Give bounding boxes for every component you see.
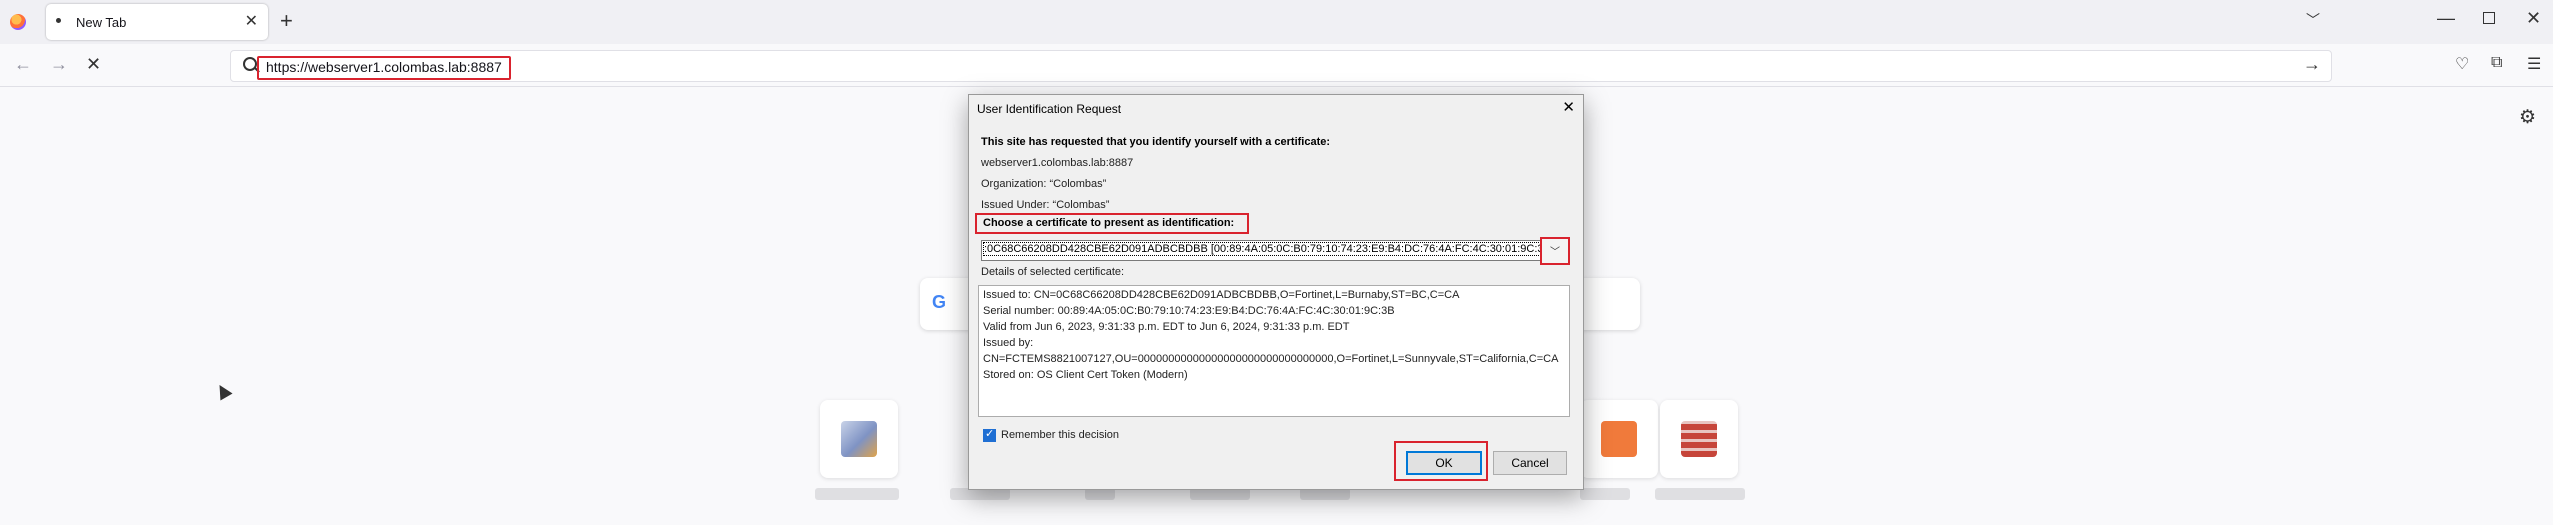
hamburger-menu-icon[interactable]: ☰ bbox=[2527, 54, 2541, 74]
choose-certificate-label-box: Choose a certificate to present as ident… bbox=[975, 213, 1249, 234]
window-maximize-icon[interactable] bbox=[2483, 12, 2495, 24]
navigation-toolbar: ← → ✕ https://webserver1.colombas.lab:88… bbox=[0, 44, 2553, 87]
stop-icon[interactable]: ✕ bbox=[86, 54, 101, 75]
gear-icon[interactable]: ⚙ bbox=[2519, 106, 2536, 129]
dialog-issued-under: Issued Under: “Colombas” bbox=[981, 199, 1110, 211]
list-all-tabs-chevron-icon[interactable]: ﹀ bbox=[2306, 10, 2320, 30]
google-logo-icon: G bbox=[932, 292, 947, 312]
tab-new-tab[interactable]: New Tab ✕ bbox=[46, 4, 268, 40]
shortcut-label bbox=[1655, 488, 1745, 500]
detail-line: Stored on: OS Client Cert Token (Modern) bbox=[983, 369, 1188, 381]
shortcut-tile[interactable] bbox=[1580, 400, 1658, 478]
search-icon bbox=[243, 57, 257, 71]
firefox-logo-icon[interactable] bbox=[10, 14, 26, 30]
forward-icon[interactable]: → bbox=[50, 54, 68, 75]
details-label: Details of selected certificate: bbox=[981, 266, 1125, 278]
shortcut-thumbnail-icon bbox=[1681, 421, 1717, 457]
back-icon[interactable]: ← bbox=[14, 54, 32, 75]
ok-button[interactable]: OK bbox=[1406, 451, 1482, 475]
detail-line: CN=FCTEMS8821007127,OU=00000000000000000… bbox=[983, 353, 1559, 365]
certificate-details-textarea[interactable]: Issued to: CN=0C68C66208DD428CBE62D091AD… bbox=[978, 285, 1570, 417]
detail-line: Serial number: 00:89:4A:05:0C:B0:79:10:7… bbox=[983, 305, 1395, 317]
shortcut-thumbnail-icon bbox=[841, 421, 877, 457]
extensions-icon[interactable]: ⧉ bbox=[2491, 54, 2502, 72]
dialog-host: webserver1.colombas.lab:8887 bbox=[981, 157, 1134, 169]
shortcut-thumbnail-icon bbox=[1601, 421, 1637, 457]
shortcut-label bbox=[1580, 488, 1630, 500]
pocket-icon[interactable]: ♡ bbox=[2455, 54, 2469, 74]
tab-title: New Tab bbox=[76, 15, 127, 30]
remember-decision-label: Remember this decision bbox=[1001, 429, 1119, 441]
dialog-close-icon[interactable]: ✕ bbox=[1562, 98, 1575, 116]
arrow-right-icon[interactable]: → bbox=[2303, 54, 2321, 75]
user-identification-dialog: User Identification Request ✕ This site … bbox=[968, 94, 1584, 490]
dialog-intro: This site has requested that you identif… bbox=[981, 136, 1331, 148]
shortcut-tile[interactable] bbox=[820, 400, 898, 478]
detail-line: Issued by: bbox=[983, 337, 1034, 349]
chevron-down-icon: ﹀ bbox=[1550, 247, 1560, 258]
detail-line: Issued to: CN=0C68C66208DD428CBE62D091AD… bbox=[983, 289, 1460, 301]
tab-close-icon[interactable]: ✕ bbox=[245, 11, 258, 31]
mouse-cursor-icon bbox=[213, 381, 233, 401]
tab-loading-icon bbox=[56, 18, 61, 23]
shortcut-label bbox=[815, 488, 899, 500]
detail-line: Valid from Jun 6, 2023, 9:31:33 p.m. EDT… bbox=[983, 321, 1350, 333]
dialog-title: User Identification Request bbox=[977, 102, 1122, 116]
url-bar[interactable]: https://webserver1.colombas.lab:8887 → bbox=[230, 50, 2332, 82]
window-close-icon[interactable]: ✕ bbox=[2526, 8, 2541, 29]
cancel-button[interactable]: Cancel bbox=[1493, 451, 1567, 475]
url-input[interactable]: https://webserver1.colombas.lab:8887 bbox=[257, 56, 511, 80]
new-tab-plus-icon[interactable]: + bbox=[280, 8, 293, 34]
remember-decision-checkbox[interactable] bbox=[983, 427, 996, 442]
choose-certificate-label: Choose a certificate to present as ident… bbox=[983, 217, 1235, 229]
certificate-dropdown-button[interactable]: ﹀ bbox=[1540, 237, 1570, 265]
tab-bar: New Tab ✕ + ﹀ — ✕ bbox=[0, 0, 2553, 44]
shortcut-tile[interactable] bbox=[1660, 400, 1738, 478]
certificate-select[interactable]: :0C68C66208DD428CBE62D091ADBCBDBB [00:89… bbox=[981, 240, 1558, 261]
window-minimize-icon[interactable]: — bbox=[2437, 8, 2455, 29]
selected-certificate: :0C68C66208DD428CBE62D091ADBCBDBB [00:89… bbox=[983, 242, 1555, 256]
dialog-organization: Organization: “Colombas” bbox=[981, 178, 1107, 190]
